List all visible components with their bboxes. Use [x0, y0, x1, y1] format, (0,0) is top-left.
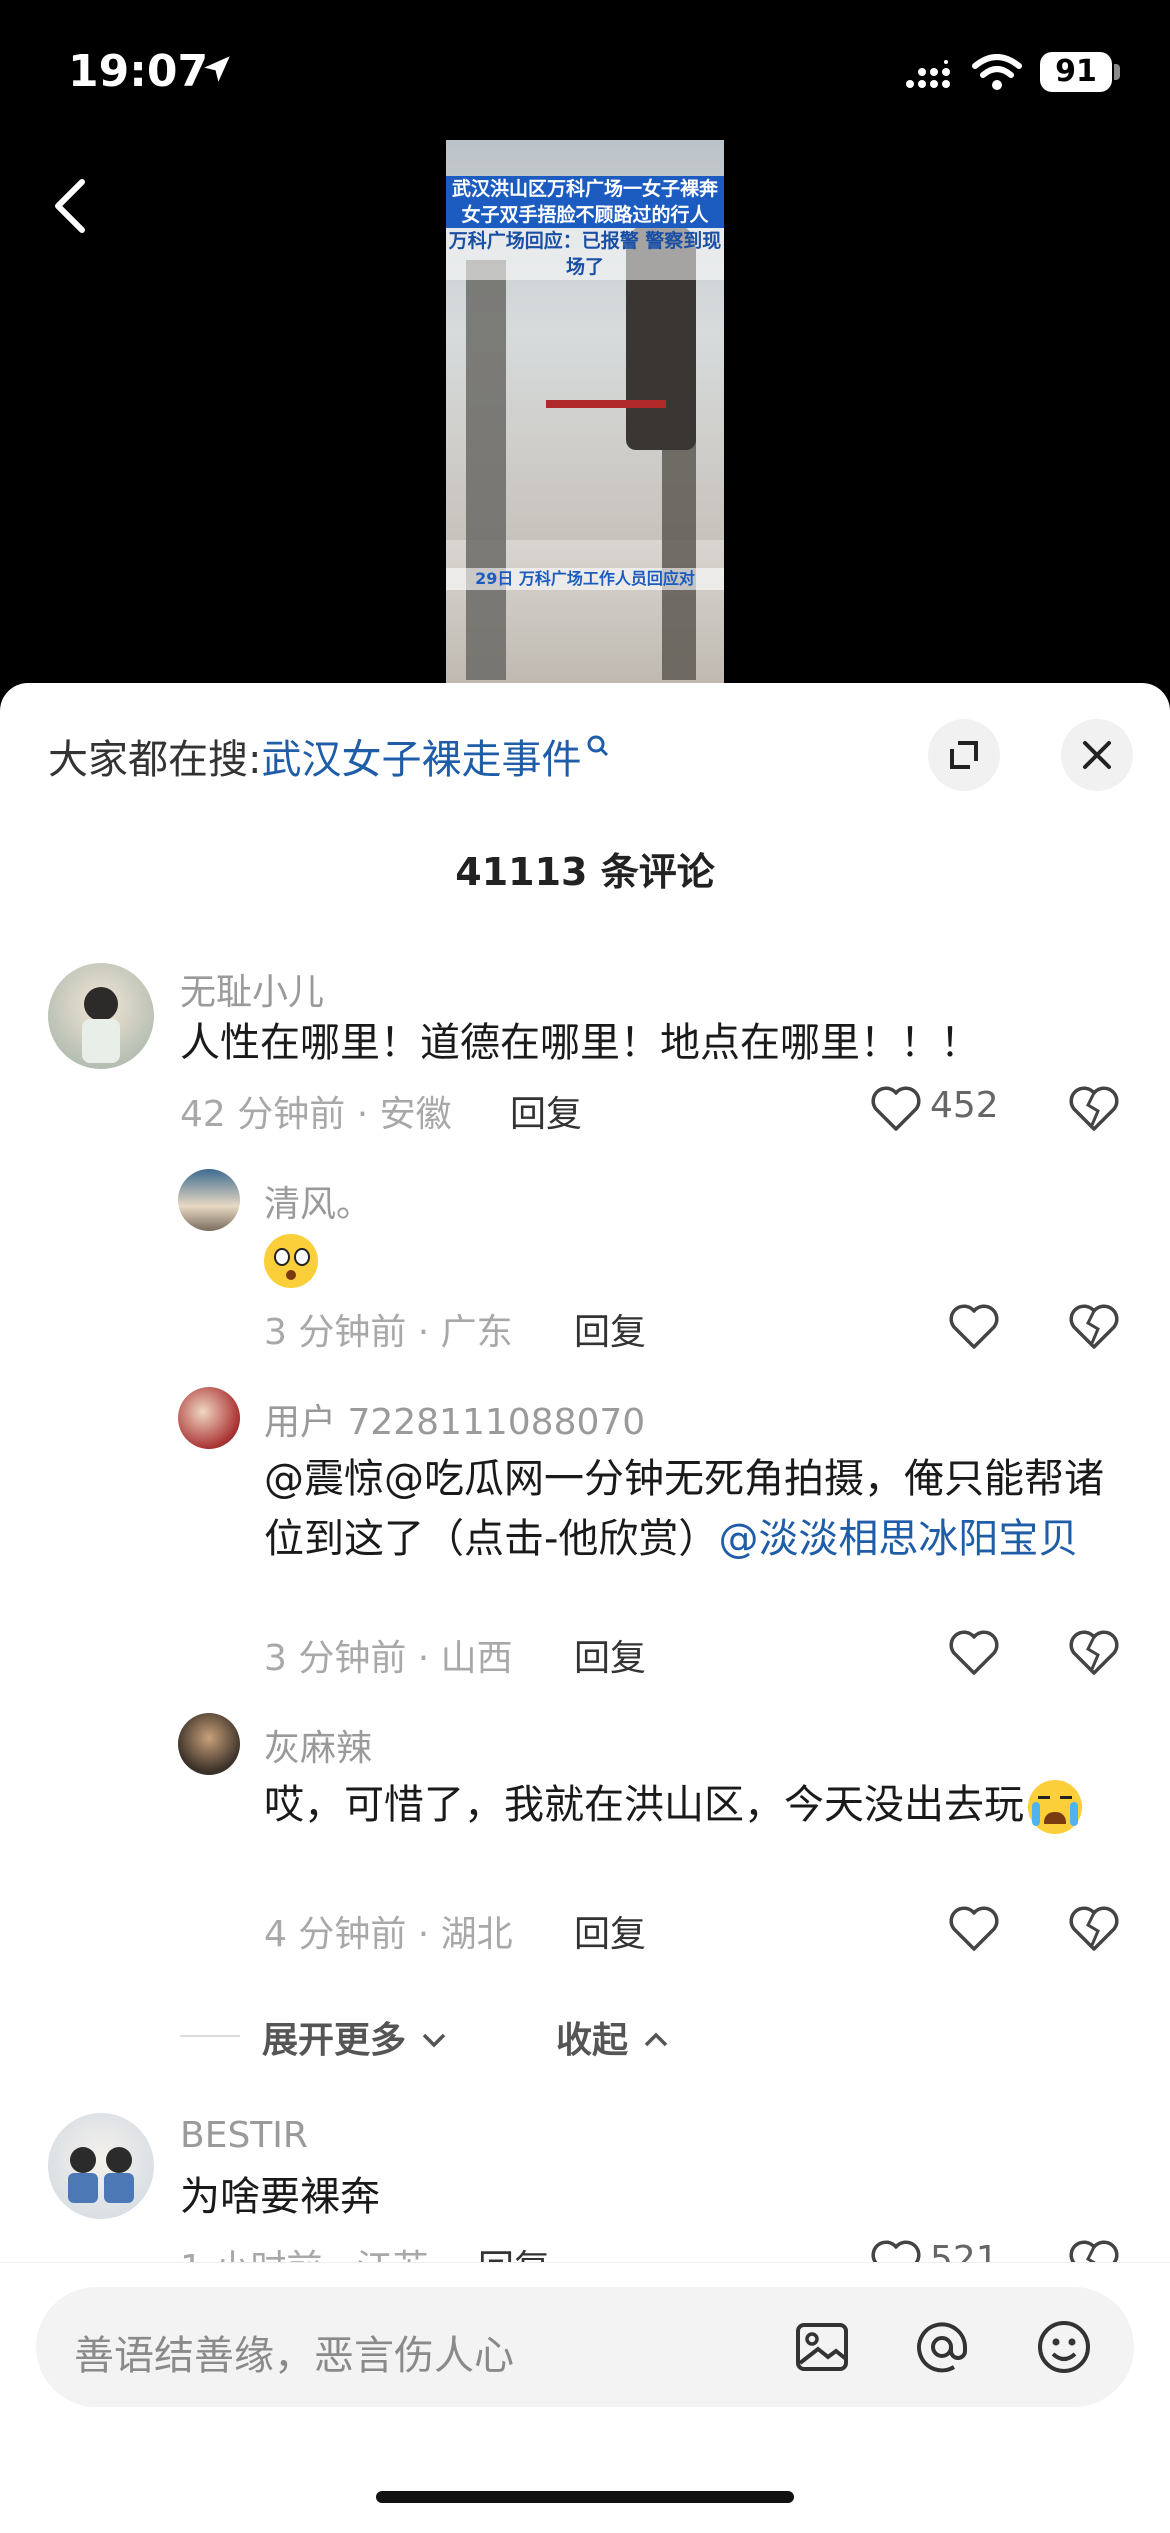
comment-author[interactable]: 无耻小儿 — [180, 963, 324, 1015]
comment-count: 41113 条评论 — [455, 850, 715, 894]
battery-tip — [1114, 64, 1120, 80]
reply-button[interactable]: 回复 — [510, 1085, 582, 1137]
signal-icon — [906, 60, 950, 88]
comment-author[interactable]: 用户 7228111088070 — [264, 1393, 645, 1445]
chevron-up-icon — [644, 2032, 667, 2047]
mention-link[interactable]: @淡淡相思冰阳宝贝 — [718, 1516, 1078, 1562]
broken-heart-icon[interactable] — [1068, 1085, 1120, 1133]
expand-more-button[interactable]: 展开更多 — [262, 2011, 449, 2063]
avatar[interactable] — [178, 1169, 240, 1231]
comment-author[interactable]: 灰麻辣 — [264, 1719, 372, 1771]
video-thumbnail[interactable]: 武汉洪山区万科广场一女子裸奔 女子双手捂脸不顾路过的行人 万科广场回应：已报警 … — [446, 140, 724, 685]
expand-more-label: 展开更多 — [262, 2020, 407, 2061]
comment-text: 为啥要裸奔 — [180, 2174, 380, 2220]
at-icon[interactable] — [910, 2315, 974, 2379]
broken-heart-icon[interactable] — [1068, 1303, 1120, 1351]
comment-input-bar: 善语结善缘，恶言伤人心 — [0, 2262, 1170, 2533]
close-button[interactable] — [1061, 719, 1133, 791]
close-icon — [1083, 741, 1111, 769]
comment-meta: 42 分钟前 · 安徽 — [180, 1094, 452, 1135]
collapse-label: 收起 — [556, 2020, 629, 2061]
heart-icon[interactable] — [948, 1629, 1000, 1677]
reply-button[interactable]: 回复 — [574, 1303, 646, 1355]
divider — [180, 2035, 240, 2037]
avatar[interactable] — [178, 1713, 240, 1775]
comment-author[interactable]: BESTIR — [180, 2115, 308, 2156]
comment-meta: 4 分钟前 · 湖北 — [264, 1914, 513, 1955]
video-door-left — [466, 260, 506, 680]
video-caption-bottom: 29日 万科广场工作人员回应对 — [446, 568, 724, 590]
heart-icon[interactable] — [948, 1905, 1000, 1953]
avatar[interactable] — [48, 963, 154, 1069]
comment-text: 人性在哪里！道德在哪里！地点在哪里！！！ — [180, 1020, 980, 1066]
back-icon[interactable] — [46, 176, 96, 236]
hot-search-term[interactable]: 武汉女子裸走事件 — [261, 737, 581, 783]
image-icon[interactable] — [790, 2315, 854, 2379]
video-caption-1: 武汉洪山区万科广场一女子裸奔 — [446, 176, 724, 202]
avatar[interactable] — [48, 2113, 154, 2219]
collapse-button[interactable]: 收起 — [556, 2011, 671, 2063]
home-indicator[interactable] — [376, 2491, 794, 2503]
hot-search[interactable]: 大家都在搜:武汉女子裸走事件 — [48, 727, 611, 785]
status-time: 19:07 — [68, 46, 209, 97]
shocked-emoji-icon — [264, 1234, 318, 1288]
comment-input-placeholder: 善语结善缘，恶言伤人心 — [74, 2333, 514, 2379]
search-icon — [587, 735, 609, 757]
heart-icon[interactable] — [870, 1085, 922, 1133]
status-bar: 19:07 91 — [0, 0, 1170, 140]
comment-sheet: 大家都在搜:武汉女子裸走事件 41113 条评论 无耻小儿 人性在哪里！道德在哪… — [0, 683, 1170, 2532]
reply-button[interactable]: 回复 — [574, 1905, 646, 1957]
comment-input[interactable]: 善语结善缘，恶言伤人心 — [36, 2287, 1134, 2407]
crying-emoji-icon — [1028, 1780, 1082, 1834]
comment-body: 哎，可惜了，我就在洪山区，今天没出去玩 — [264, 1782, 1024, 1828]
comment-emoji — [264, 1229, 318, 1289]
heart-icon[interactable] — [948, 1303, 1000, 1351]
broken-heart-icon[interactable] — [1068, 1629, 1120, 1677]
video-caption-3: 万科广场回应：已报警 警察到现场了 — [446, 228, 724, 280]
expand-button[interactable] — [928, 719, 1000, 791]
comment-text: 哎，可惜了，我就在洪山区，今天没出去玩 — [264, 1775, 1124, 1835]
battery-indicator: 91 — [1040, 52, 1112, 92]
comment-meta: 3 分钟前 · 山西 — [264, 1638, 513, 1679]
chevron-down-icon — [422, 2033, 445, 2048]
comment-meta: 3 分钟前 · 广东 — [264, 1312, 513, 1353]
video-caption-2: 女子双手捂脸不顾路过的行人 — [446, 202, 724, 228]
broken-heart-icon[interactable] — [1068, 1905, 1120, 1953]
hot-search-prefix: 大家都在搜: — [48, 737, 262, 783]
avatar[interactable] — [178, 1387, 240, 1449]
location-arrow-icon — [204, 56, 230, 82]
wifi-icon — [972, 54, 1022, 90]
video-rope — [546, 400, 666, 408]
like-count: 452 — [930, 1085, 999, 1126]
expand-icon — [950, 741, 978, 769]
reply-button[interactable]: 回复 — [574, 1629, 646, 1681]
comment-text: @震惊@吃瓜网一分钟无死角拍摄，俺只能帮诸位到这了（点击-他欣赏）@淡淡相思冰阳… — [264, 1449, 1124, 1569]
comment-author[interactable]: 清风。 — [264, 1175, 372, 1227]
emoji-icon[interactable] — [1032, 2315, 1096, 2379]
